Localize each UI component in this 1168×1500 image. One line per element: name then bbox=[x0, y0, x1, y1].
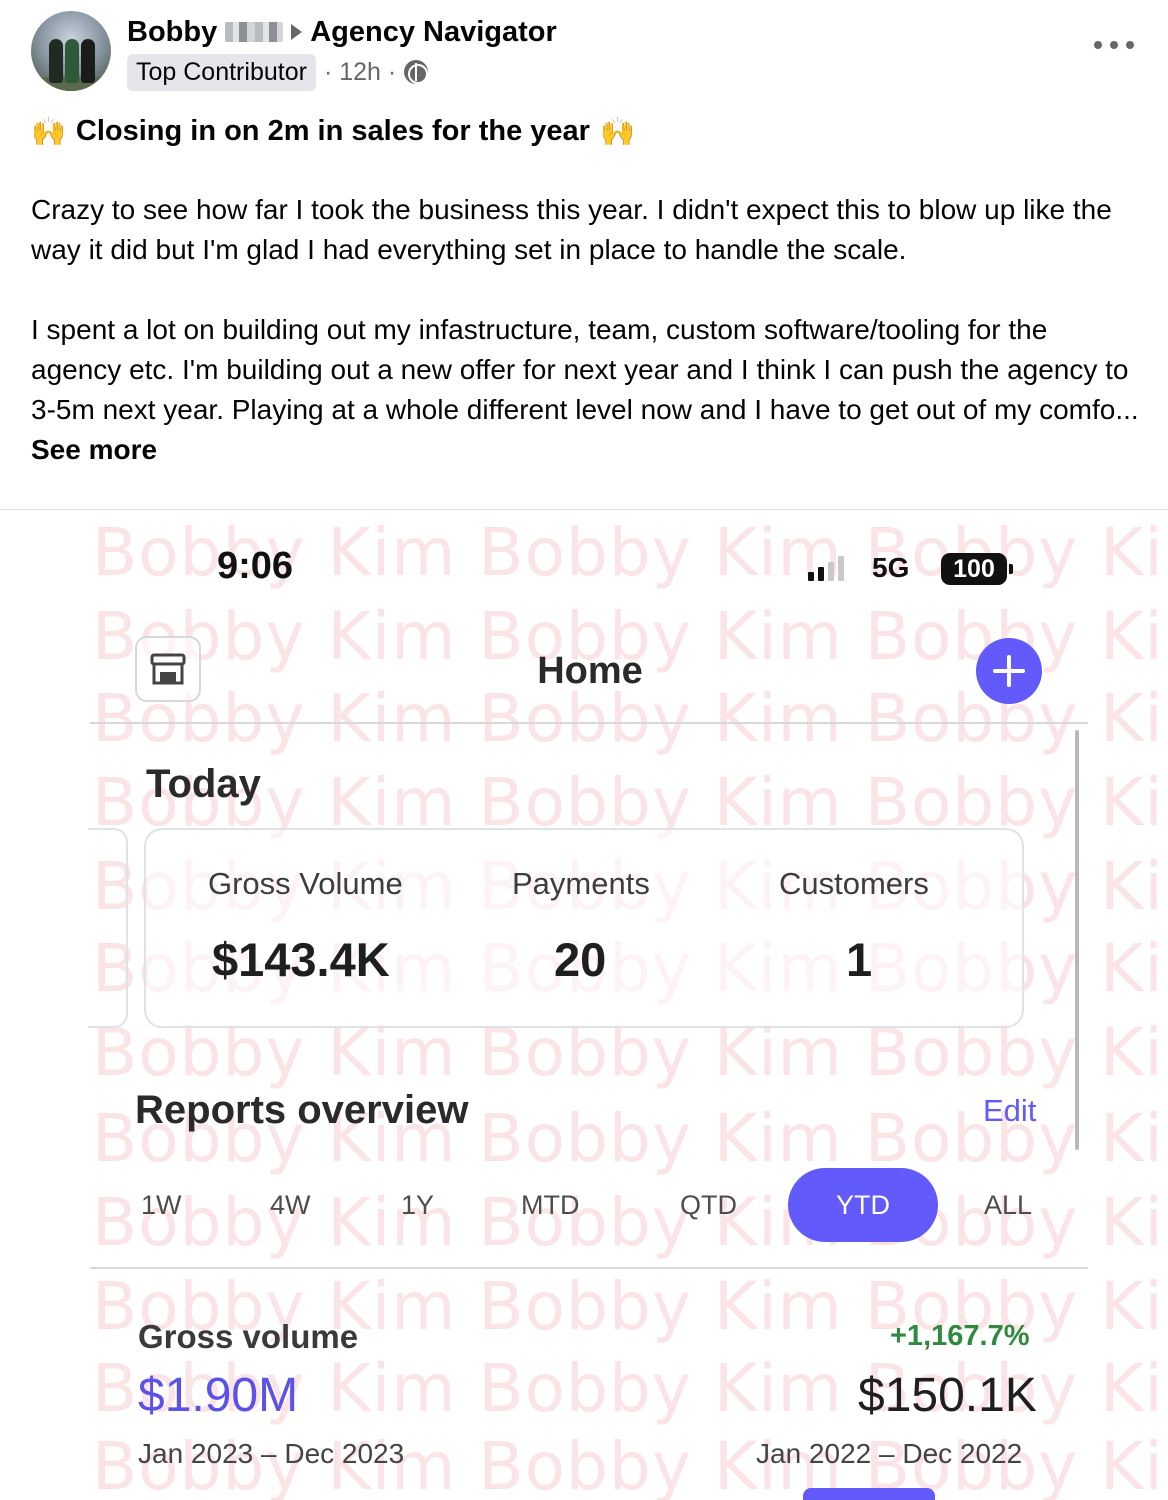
current-date-range: Jan 2023 – Dec 2023 bbox=[138, 1438, 405, 1469]
gross-volume-change: +1,167.7% bbox=[890, 1320, 1030, 1352]
previous-card-edge[interactable] bbox=[88, 828, 128, 1028]
gross-volume-label: Gross volume bbox=[138, 1318, 359, 1355]
metric-label: Gross Volume bbox=[208, 866, 403, 901]
author-name[interactable]: Bobby bbox=[127, 16, 217, 49]
reports-overview-heading: Reports overview bbox=[135, 1088, 469, 1132]
today-heading: Today bbox=[146, 762, 261, 806]
metric-label: Customers bbox=[779, 866, 929, 901]
tab-qtd[interactable]: QTD bbox=[680, 1168, 737, 1242]
header-divider bbox=[90, 722, 1088, 724]
attached-screenshot[interactable]: Bobby Kim Bobby Kim Bobby Kim Bobby Kim … bbox=[0, 510, 1168, 1500]
post-time[interactable]: · 12h · bbox=[324, 58, 396, 87]
caret-right-icon bbox=[291, 24, 303, 40]
more-options-icon[interactable] bbox=[1094, 30, 1134, 60]
metric-value: $143.4K bbox=[212, 933, 390, 986]
redacted-surname bbox=[225, 22, 284, 42]
post-title-text: Closing in on 2m in sales for the year bbox=[75, 114, 590, 147]
battery-icon: 100 bbox=[941, 553, 1007, 585]
gross-volume-current: $1.90M bbox=[138, 1369, 299, 1422]
period-tabs: 1W 4W 1Y MTD QTD YTD ALL bbox=[0, 1168, 1168, 1242]
post-paragraph: Crazy to see how far I took the business… bbox=[31, 194, 1112, 265]
metric-value: 1 bbox=[846, 933, 873, 986]
post-paragraph: I spent a lot on building out my infastr… bbox=[31, 310, 1141, 470]
tab-all[interactable]: ALL bbox=[984, 1168, 1032, 1242]
gross-volume-previous: $150.1K bbox=[858, 1369, 1037, 1422]
today-summary-card[interactable]: Gross Volume $143.4K Payments 20 Custome… bbox=[144, 828, 1024, 1028]
chart-tooltip-pill bbox=[803, 1488, 935, 1500]
battery-tip bbox=[1009, 564, 1013, 574]
metric-payments: Payments 20 bbox=[512, 866, 650, 987]
status-time: 9:06 bbox=[217, 545, 294, 587]
see-more-link[interactable]: See more bbox=[31, 434, 157, 465]
network-label: 5G bbox=[872, 552, 910, 583]
tab-mtd[interactable]: MTD bbox=[521, 1168, 579, 1242]
tab-1y[interactable]: 1Y bbox=[401, 1168, 434, 1242]
metric-customers: Customers 1 bbox=[779, 866, 929, 987]
globe-icon bbox=[404, 60, 429, 84]
edit-button[interactable]: Edit bbox=[983, 1093, 1036, 1129]
raised-hands-icon: 🙌 bbox=[31, 115, 66, 147]
post-paragraph-text: I spent a lot on building out my infastr… bbox=[31, 314, 1139, 425]
metric-label: Payments bbox=[512, 866, 650, 901]
post-title: 🙌 Closing in on 2m in sales for the year… bbox=[31, 110, 635, 152]
raised-hands-icon: 🙌 bbox=[599, 115, 635, 147]
metric-value: 20 bbox=[554, 933, 607, 986]
cellular-signal-icon bbox=[808, 555, 844, 581]
post-meta: Top Contributor · 12h · bbox=[127, 53, 429, 91]
metric-gross-volume: Gross Volume $143.4K bbox=[208, 866, 403, 987]
tab-4w[interactable]: 4W bbox=[270, 1168, 311, 1242]
group-name[interactable]: Agency Navigator bbox=[310, 16, 557, 49]
post-author-line: Bobby Agency Navigator bbox=[127, 14, 557, 50]
author-avatar[interactable] bbox=[31, 11, 111, 91]
previous-date-range: Jan 2022 – Dec 2022 bbox=[756, 1438, 1023, 1469]
scrollbar[interactable] bbox=[1075, 730, 1079, 1150]
tab-1w[interactable]: 1W bbox=[141, 1168, 182, 1242]
tabs-divider bbox=[90, 1267, 1088, 1269]
top-contributor-badge[interactable]: Top Contributor bbox=[127, 53, 316, 91]
add-icon[interactable] bbox=[976, 638, 1042, 704]
tab-ytd[interactable]: YTD bbox=[788, 1168, 938, 1242]
